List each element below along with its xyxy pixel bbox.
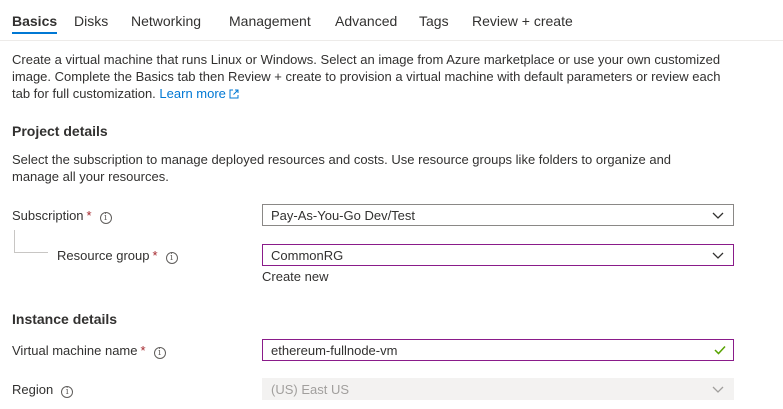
subscription-label-text: Subscription <box>12 208 84 223</box>
project-desc-line-2: manage all your resources. <box>12 169 169 184</box>
learn-more-label: Learn more <box>159 86 226 101</box>
intro-line-3-text: tab for full customization. <box>12 86 156 101</box>
intro-text: Create a virtual machine that runs Linux… <box>12 51 742 102</box>
learn-more-link[interactable]: Learn more <box>159 86 239 101</box>
active-tab-indicator <box>12 32 58 34</box>
region-label-text: Region <box>12 382 54 397</box>
region-select[interactable]: (US) East US <box>262 378 734 400</box>
tab-label: Disks <box>74 13 109 29</box>
tab-tags[interactable]: Tags <box>419 12 449 34</box>
checkmark-icon <box>714 345 726 355</box>
subscription-label: Subscription * i <box>12 208 112 224</box>
tree-connector-horizontal <box>14 252 48 253</box>
subscription-value: Pay-As-You-Go Dev/Test <box>271 208 416 223</box>
vm-name-label: Virtual machine name * i <box>12 343 166 359</box>
tab-label: Basics <box>12 13 58 29</box>
resource-group-label-text: Resource group <box>57 248 150 263</box>
vm-name-input[interactable]: ethereum-fullnode-vm <box>262 339 734 361</box>
tab-label: Review + create <box>472 13 573 29</box>
instance-details-heading: Instance details <box>12 311 118 327</box>
project-description: Select the subscription to manage deploy… <box>12 151 742 185</box>
region-value: (US) East US <box>271 382 350 397</box>
intro-line-2: image. Complete the Basics tab then Revi… <box>12 69 721 84</box>
tab-review-create[interactable]: Review + create <box>472 12 573 34</box>
required-marker: * <box>86 208 92 223</box>
tab-label: Advanced <box>335 13 398 29</box>
tab-label: Tags <box>419 13 449 29</box>
tab-disks[interactable]: Disks <box>74 12 108 34</box>
subscription-select[interactable]: Pay-As-You-Go Dev/Test <box>262 204 734 226</box>
resource-group-value: CommonRG <box>271 248 344 263</box>
chevron-down-icon <box>712 386 724 393</box>
create-new-resource-group-link[interactable]: Create new <box>262 269 328 284</box>
vm-name-value: ethereum-fullnode-vm <box>271 343 398 358</box>
tab-management[interactable]: Management <box>229 12 311 34</box>
required-marker: * <box>140 343 146 358</box>
project-details-heading: Project details <box>12 123 108 139</box>
info-icon[interactable]: i <box>153 347 166 359</box>
tab-advanced[interactable]: Advanced <box>335 12 397 34</box>
vm-name-label-text: Virtual machine name <box>12 343 138 358</box>
required-marker: * <box>152 248 158 263</box>
tab-divider <box>0 40 783 41</box>
tab-networking[interactable]: Networking <box>131 12 201 34</box>
chevron-down-icon <box>712 212 724 219</box>
info-icon[interactable]: i <box>99 212 112 224</box>
tab-label: Management <box>229 13 311 29</box>
resource-group-select[interactable]: CommonRG <box>262 244 734 266</box>
tree-connector-vertical <box>14 230 15 252</box>
chevron-down-icon <box>712 252 724 259</box>
project-desc-line-1: Select the subscription to manage deploy… <box>12 152 672 167</box>
info-icon[interactable]: i <box>165 252 178 264</box>
external-link-icon <box>229 89 239 99</box>
region-label: Region i <box>12 382 74 398</box>
tab-label: Networking <box>131 13 202 29</box>
tab-bar: Basics Disks Networking Management Advan… <box>0 0 783 40</box>
intro-line-3: tab for full customization. Learn more <box>12 85 742 102</box>
resource-group-label: Resource group * i <box>57 248 178 264</box>
intro-line-1: Create a virtual machine that runs Linux… <box>12 52 721 67</box>
info-icon[interactable]: i <box>61 386 74 398</box>
tab-basics[interactable]: Basics <box>12 12 58 34</box>
